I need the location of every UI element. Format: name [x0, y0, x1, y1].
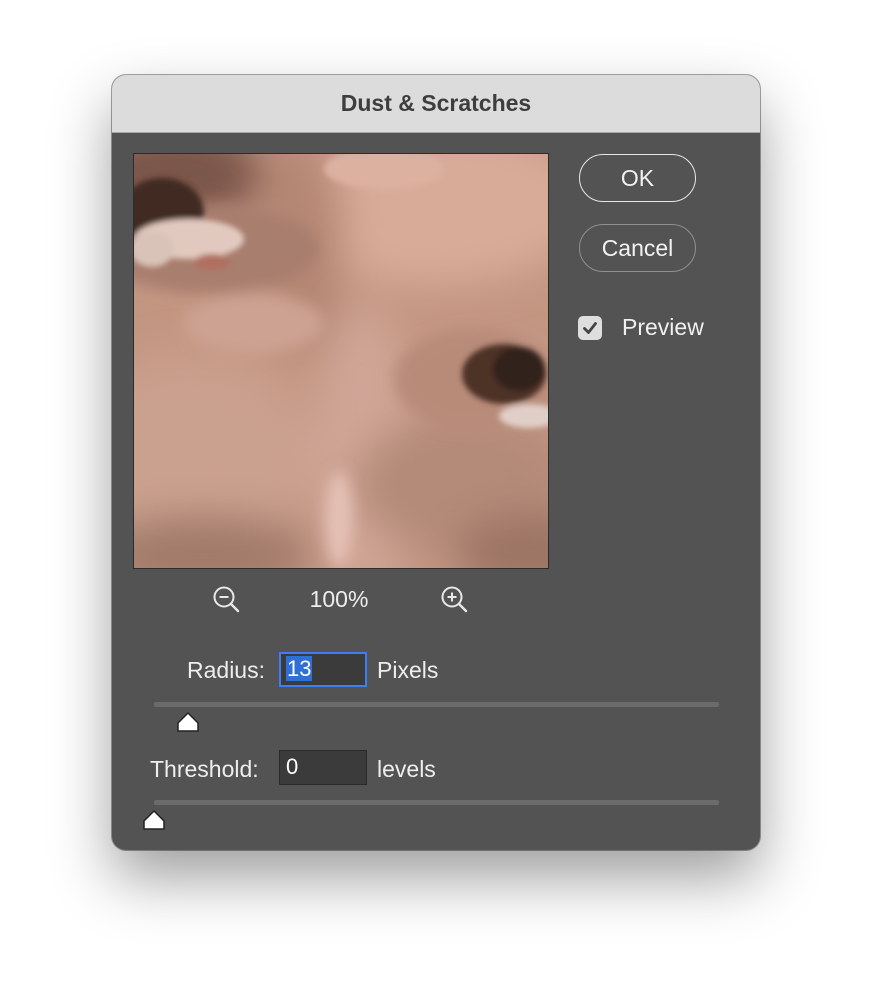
radius-input[interactable]: 13 [279, 652, 367, 687]
zoom-out-icon[interactable] [211, 584, 243, 616]
dialog-title: Dust & Scratches [340, 90, 532, 116]
preview-checkbox[interactable] [578, 315, 602, 340]
zoom-controls: 100% [112, 583, 760, 615]
title-bar[interactable]: Dust & Scratches [112, 75, 760, 133]
zoom-in-icon[interactable] [439, 584, 471, 616]
threshold-unit: levels [377, 756, 436, 782]
threshold-label: Threshold: [150, 756, 259, 782]
radius-label: Radius: [187, 657, 265, 683]
preview-image[interactable] [133, 153, 549, 569]
preview-label: Preview [622, 314, 704, 340]
preview-checkbox-row[interactable]: Preview [578, 314, 704, 341]
radius-value: 13 [286, 656, 313, 681]
threshold-slider-track[interactable] [154, 800, 719, 805]
radius-slider-track[interactable] [154, 702, 719, 707]
threshold-input[interactable]: 0 [279, 750, 367, 785]
radius-slider-thumb[interactable] [175, 711, 201, 733]
zoom-level: 100% [309, 586, 369, 612]
ok-button[interactable]: OK [579, 154, 696, 202]
threshold-slider-thumb[interactable] [141, 809, 167, 831]
dust-scratches-dialog: Dust & Scratches OK Cancel Preview 100% … [112, 75, 760, 850]
threshold-value: 0 [286, 754, 299, 779]
checkmark-icon [583, 321, 597, 334]
cancel-button[interactable]: Cancel [579, 224, 696, 272]
radius-unit: Pixels [377, 657, 439, 683]
